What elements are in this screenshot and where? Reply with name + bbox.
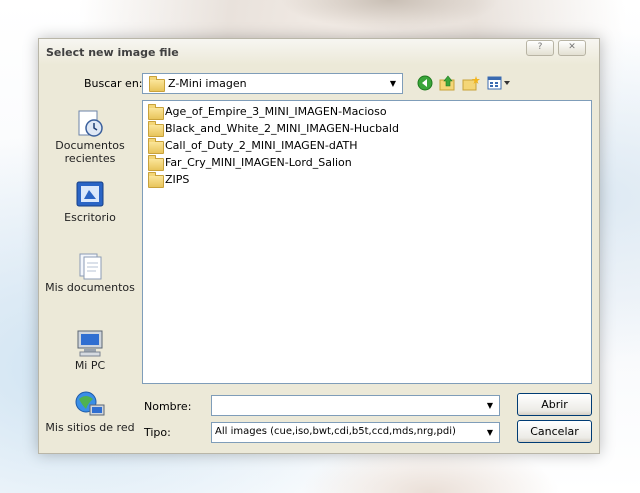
list-item[interactable]: Far_Cry_MINI_IMAGEN-Lord_Salion bbox=[146, 154, 586, 171]
list-item[interactable]: Age_of_Empire_3_MINI_IMAGEN-Macioso bbox=[146, 103, 586, 120]
filetype-label: Tipo: bbox=[144, 426, 171, 439]
place-desktop[interactable]: Escritorio bbox=[45, 179, 135, 224]
lookin-combo[interactable]: Z-Mini imagen ▼ bbox=[142, 73, 403, 94]
folder-icon bbox=[148, 138, 164, 154]
lookin-value: Z-Mini imagen bbox=[168, 77, 247, 90]
place-label: Escritorio bbox=[64, 211, 116, 224]
place-my-computer[interactable]: Mi PC bbox=[45, 327, 135, 372]
places-bar: Documentos recientes Escritorio Mis docu… bbox=[45, 99, 135, 447]
network-places-icon bbox=[74, 389, 106, 421]
folder-icon bbox=[148, 155, 164, 171]
dialog-title: Select new image file bbox=[46, 46, 179, 59]
folder-icon bbox=[148, 121, 164, 137]
place-my-documents[interactable]: Mis documentos bbox=[45, 249, 135, 294]
my-documents-icon bbox=[74, 249, 106, 281]
open-file-dialog: Select new image file ? ✕ Buscar en: Z-M… bbox=[38, 38, 600, 454]
view-menu-icon bbox=[487, 76, 510, 90]
list-item[interactable]: Call_of_Duty_2_MINI_IMAGEN-dATH bbox=[146, 137, 586, 154]
my-computer-icon bbox=[74, 327, 106, 359]
file-name: Call_of_Duty_2_MINI_IMAGEN-dATH bbox=[165, 139, 358, 152]
folder-icon bbox=[148, 172, 164, 188]
back-arrow-icon bbox=[417, 75, 433, 91]
up-folder-button[interactable] bbox=[439, 75, 457, 93]
place-label: Mis documentos bbox=[45, 281, 135, 294]
folder-icon bbox=[149, 76, 165, 92]
background-hair bbox=[280, 0, 500, 30]
list-item[interactable]: ZIPS bbox=[146, 171, 586, 188]
list-item[interactable]: Black_and_White_2_MINI_IMAGEN-Hucbald bbox=[146, 120, 586, 137]
file-name: Age_of_Empire_3_MINI_IMAGEN-Macioso bbox=[165, 105, 387, 118]
open-button[interactable]: Abrir bbox=[517, 393, 592, 416]
recent-documents-icon bbox=[74, 107, 106, 139]
desktop-icon bbox=[74, 179, 106, 211]
lookin-label: Buscar en: bbox=[84, 77, 143, 90]
chevron-down-icon[interactable]: ▼ bbox=[483, 398, 497, 413]
chevron-down-icon[interactable]: ▼ bbox=[386, 76, 400, 91]
place-recent-documents[interactable]: Documentos recientes bbox=[45, 107, 135, 165]
folder-icon bbox=[148, 104, 164, 120]
title-bar: Select new image file ? ✕ bbox=[39, 39, 599, 65]
file-list[interactable]: Age_of_Empire_3_MINI_IMAGEN-Macioso Blac… bbox=[142, 100, 592, 384]
cancel-button[interactable]: Cancelar bbox=[517, 420, 592, 443]
back-button[interactable] bbox=[416, 75, 434, 93]
place-label: Mi PC bbox=[74, 359, 106, 372]
place-network[interactable]: Mis sitios de red bbox=[45, 389, 135, 434]
filetype-value: All images (cue,iso,bwt,cdi,b5t,ccd,mds,… bbox=[215, 426, 456, 437]
file-name: Far_Cry_MINI_IMAGEN-Lord_Salion bbox=[165, 156, 352, 169]
new-folder-button[interactable] bbox=[462, 75, 480, 93]
chevron-down-icon[interactable]: ▼ bbox=[483, 425, 497, 440]
filename-combo[interactable]: ▼ bbox=[211, 395, 500, 416]
view-menu-button[interactable] bbox=[486, 75, 512, 93]
filename-label: Nombre: bbox=[144, 400, 192, 413]
up-folder-icon bbox=[439, 75, 455, 91]
file-name: ZIPS bbox=[165, 173, 190, 186]
help-button[interactable]: ? bbox=[526, 40, 554, 56]
close-button[interactable]: ✕ bbox=[558, 40, 586, 56]
file-name: Black_and_White_2_MINI_IMAGEN-Hucbald bbox=[165, 122, 399, 135]
filetype-combo[interactable]: All images (cue,iso,bwt,cdi,b5t,ccd,mds,… bbox=[211, 422, 500, 443]
place-label: Documentos recientes bbox=[55, 139, 125, 165]
place-label: Mis sitios de red bbox=[45, 421, 135, 434]
new-folder-icon bbox=[462, 76, 480, 91]
